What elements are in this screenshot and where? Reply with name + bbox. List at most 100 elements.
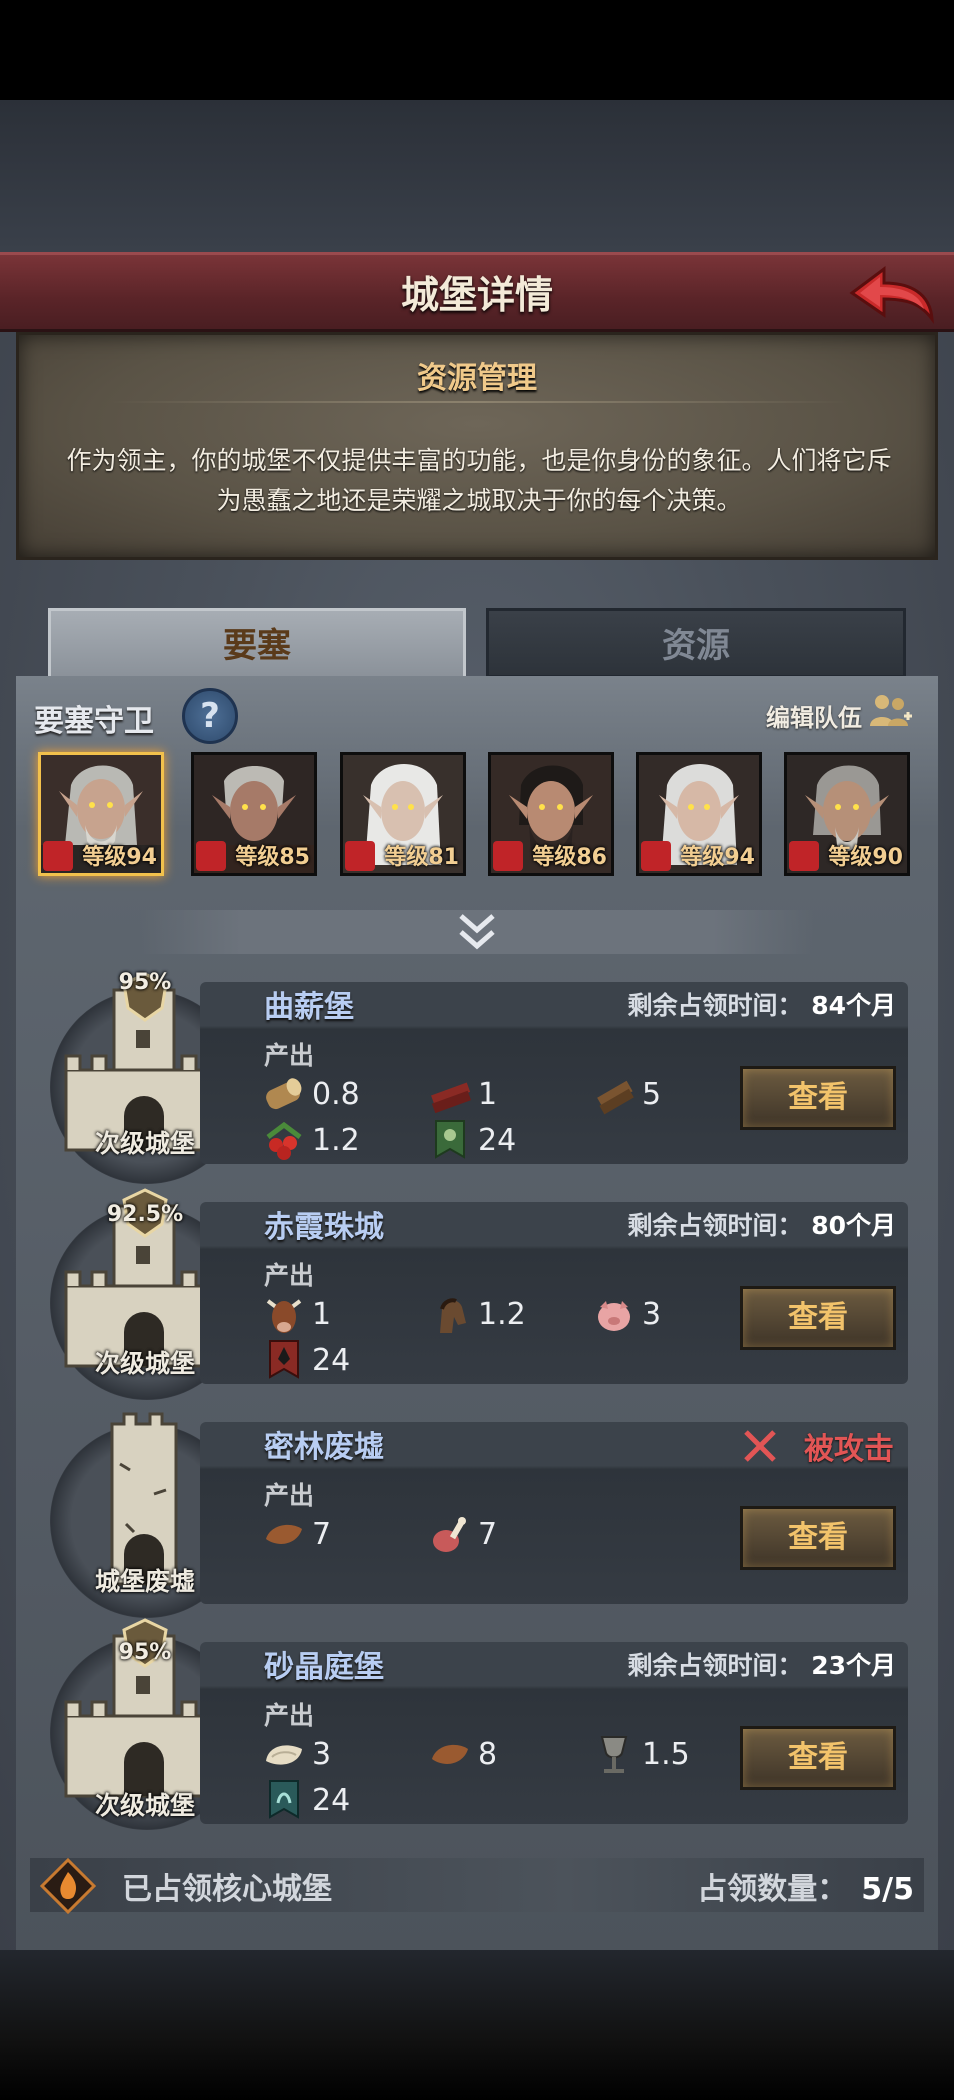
background-top [0, 100, 954, 252]
back-arrow-icon[interactable] [846, 263, 936, 327]
remaining-time-label: 剩余占领时间： [627, 1651, 803, 1680]
resource-item: 1 [262, 1292, 331, 1336]
double-chevron-down-icon[interactable] [455, 910, 499, 954]
wolf-faction-icon [789, 841, 819, 871]
info-title: 资源管理 [417, 361, 537, 396]
tab-resources[interactable]: 资源 [486, 608, 906, 678]
resource-value: 7 [312, 1516, 332, 1552]
edit-team-label: 编辑队伍 [766, 704, 862, 732]
view-button[interactable]: 查看 [740, 1726, 896, 1790]
page-title: 城堡详情 [400, 273, 553, 317]
remaining-time-value: 84个月 [811, 991, 896, 1020]
red-plank-icon [431, 1082, 472, 1113]
hero-portrait[interactable]: 等级94 [38, 752, 164, 876]
hero-portrait[interactable]: 等级81 [340, 752, 466, 876]
remaining-time: 剩余占领时间： 80个月 [627, 1206, 896, 1242]
resource-item: 3 [592, 1292, 661, 1336]
resource-item: 1.2 [262, 1118, 360, 1162]
resource-value: 3 [642, 1296, 662, 1332]
goblet-icon [600, 1735, 628, 1773]
castle-card: 曲薪堡 剩余占领时间： 84个月 产出 0.8 1 5 1.2 24 查看 [200, 982, 908, 1164]
resource-value: 1 [312, 1296, 332, 1332]
flame-crest-icon [40, 1858, 96, 1914]
resource-item: 24 [428, 1118, 516, 1162]
card-header: 密林废墟 被攻击 [200, 1422, 908, 1467]
under-attack-status: 被攻击 [804, 1432, 894, 1467]
hero-portrait[interactable]: 等级90 [784, 752, 910, 876]
resource-item: 7 [262, 1512, 331, 1556]
hero-level: 等级85 [235, 845, 310, 870]
resource-item: 24 [262, 1338, 350, 1382]
leather-icon [432, 1744, 468, 1764]
hero-level: 等级94 [680, 845, 755, 870]
info-panel: 资源管理 作为领主，你的城堡不仅提供丰富的功能，也是你身份的象征。人们将它斥为愚… [16, 332, 938, 560]
resource-item: 3 [262, 1732, 331, 1776]
occupied-count-label: 占领数量： [697, 1872, 848, 1907]
edit-team-button[interactable]: 编辑队伍 [766, 695, 914, 733]
resource-item: 0.8 [262, 1072, 360, 1116]
wood-plank-icon [597, 1080, 634, 1114]
resource-item: 7 [428, 1512, 497, 1556]
info-description: 作为领主，你的城堡不仅提供丰富的功能，也是你身份的象征。人们将它斥为愚蠢之地还是… [66, 446, 892, 515]
green-banner-icon [435, 1119, 465, 1159]
resource-item: 5 [592, 1072, 661, 1116]
guards-label: 要塞守卫 [34, 704, 154, 739]
leather-icon [266, 1524, 302, 1544]
resource-value: 1 [478, 1076, 498, 1112]
output-label: 产出 [264, 1481, 315, 1510]
help-icon[interactable]: ? [182, 688, 238, 744]
wolf-faction-icon [196, 841, 226, 871]
castle-card: 密林废墟 被攻击 产出 7 7 查看 [200, 1422, 908, 1604]
output-label: 产出 [264, 1701, 315, 1730]
resource-item: 24 [262, 1778, 350, 1822]
view-button[interactable]: 查看 [740, 1066, 896, 1130]
resource-value: 8 [478, 1736, 498, 1772]
resource-item: 8 [428, 1732, 497, 1776]
hero-portrait[interactable]: 等级94 [636, 752, 762, 876]
remaining-time-value: 80个月 [811, 1211, 896, 1240]
resource-value: 5 [642, 1076, 662, 1112]
pig-icon [598, 1300, 630, 1331]
teal-banner-icon [269, 1779, 299, 1819]
view-button[interactable]: 查看 [740, 1506, 896, 1570]
remaining-time: 剩余占领时间： 23个月 [627, 1646, 896, 1682]
resource-value: 1.2 [312, 1122, 360, 1158]
remaining-time-value: 23个月 [811, 1651, 896, 1680]
crossed-swords-icon [744, 1430, 776, 1462]
nav-bar-area [0, 1950, 954, 2100]
output-label: 产出 [264, 1041, 315, 1070]
castle-name: 密林废墟 [264, 1430, 384, 1465]
red-banner-icon [269, 1339, 299, 1379]
wolf-faction-icon [641, 841, 671, 871]
wolf-faction-icon [493, 841, 523, 871]
hero-level: 等级90 [828, 845, 903, 870]
hero-level: 等级94 [82, 845, 157, 870]
output-label: 产出 [264, 1261, 315, 1290]
hero-portrait[interactable]: 等级85 [191, 752, 317, 876]
hero-level: 等级86 [532, 845, 607, 870]
remaining-time-label: 剩余占领时间： [627, 991, 803, 1020]
resource-value: 1.2 [478, 1296, 526, 1332]
meat-icon [433, 1516, 466, 1552]
resource-value: 24 [312, 1342, 351, 1378]
castle-name: 曲薪堡 [264, 990, 354, 1025]
title-bar: 城堡详情 [0, 252, 954, 332]
card-header: 曲薪堡 剩余占领时间： 84个月 [200, 982, 908, 1026]
hero-portrait[interactable]: 等级86 [488, 752, 614, 876]
resource-item: 1.2 [428, 1292, 526, 1336]
core-castle-label: 已占领核心城堡 [122, 1872, 332, 1907]
resource-item: 1 [428, 1072, 497, 1116]
view-button[interactable]: 查看 [740, 1286, 896, 1350]
remaining-time-label: 剩余占领时间： [627, 1211, 803, 1240]
wood-log-icon [266, 1077, 302, 1109]
remaining-time: 剩余占领时间： 84个月 [627, 986, 896, 1022]
card-header: 赤霞珠城 剩余占领时间： 80个月 [200, 1202, 908, 1246]
resource-value: 24 [478, 1122, 517, 1158]
resource-item: 1.5 [592, 1732, 690, 1776]
tab-fortress[interactable]: 要塞 [48, 608, 466, 678]
status-bar [0, 0, 954, 100]
castle-name: 赤霞珠城 [264, 1210, 384, 1245]
hero-level: 等级81 [384, 845, 459, 870]
horse-icon [440, 1297, 466, 1333]
wolf-faction-icon [345, 841, 375, 871]
